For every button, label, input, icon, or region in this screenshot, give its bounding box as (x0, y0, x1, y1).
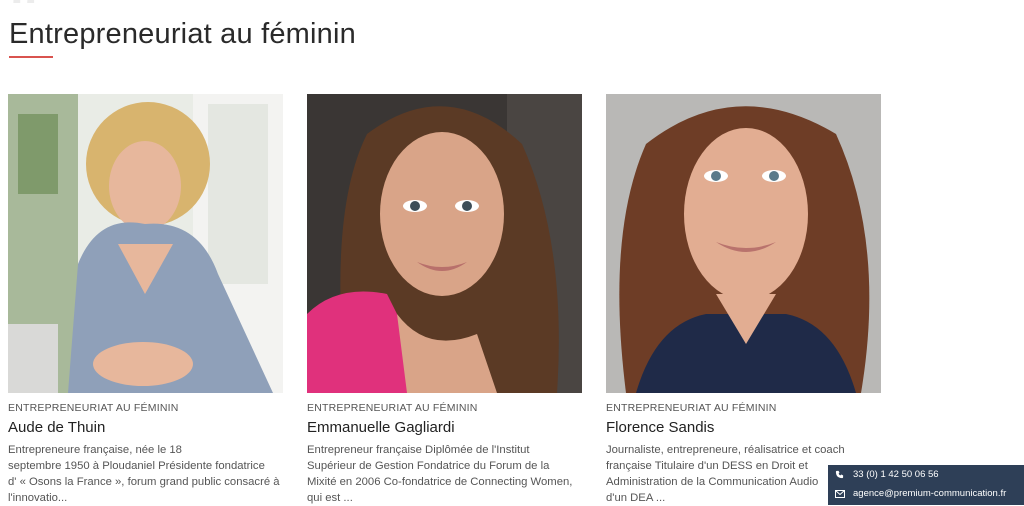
card-excerpt: Entrepreneure française, née le 18 septe… (8, 442, 286, 506)
contact-widget: 33 (0) 1 42 50 06 56 agence@premium-comm… (828, 465, 1024, 505)
profile-card[interactable]: ENTREPRENEURIAT AU FÉMININ Emmanuelle Ga… (307, 94, 582, 506)
excerpt-line: l'innovatio... (8, 492, 68, 504)
profile-photo[interactable] (307, 94, 582, 393)
phone-number[interactable]: 33 (0) 1 42 50 06 56 (853, 469, 939, 480)
card-name[interactable]: Florence Sandis (606, 419, 881, 436)
contact-phone[interactable]: 33 (0) 1 42 50 06 56 (828, 465, 1024, 484)
page-title: Entrepreneuriat au féminin (9, 18, 356, 50)
title-underline (9, 56, 53, 58)
excerpt-line: Mixité en 2006 Co-fondatrice de Connecti… (307, 476, 573, 488)
card-category[interactable]: ENTREPRENEURIAT AU FÉMININ (307, 402, 582, 414)
mail-icon (835, 489, 847, 498)
profile-photo[interactable] (8, 94, 283, 393)
excerpt-line: Entrepreneure française, née le 18 (8, 444, 182, 456)
phone-icon (835, 470, 847, 479)
profile-card[interactable]: ENTREPRENEURIAT AU FÉMININ Florence Sand… (606, 94, 881, 506)
excerpt-line: qui est ... (307, 492, 353, 504)
card-name[interactable]: Aude de Thuin (8, 419, 283, 436)
card-category[interactable]: ENTREPRENEURIAT AU FÉMININ (8, 402, 283, 414)
contact-email[interactable]: agence@premium-communication.fr (828, 484, 1024, 503)
excerpt-line: Journaliste, entrepreneure, réalisatrice… (606, 444, 845, 456)
excerpt-line: Supérieur de Gestion Fondatrice du Forum… (307, 460, 550, 472)
card-category[interactable]: ENTREPRENEURIAT AU FÉMININ (606, 402, 881, 414)
excerpt-line: septembre 1950 à Ploudaniel Présidente f… (8, 460, 265, 472)
excerpt-line: Entrepreneur française Diplômée de l'Ins… (307, 444, 530, 456)
profile-card[interactable]: ENTREPRENEURIAT AU FÉMININ Aude de Thuin… (8, 94, 283, 506)
card-name[interactable]: Emmanuelle Gagliardi (307, 419, 582, 436)
excerpt-line: d' « Osons la France », forum grand publ… (8, 476, 280, 488)
email-address[interactable]: agence@premium-communication.fr (853, 488, 1006, 499)
card-excerpt: Entrepreneur française Diplômée de l'Ins… (307, 442, 585, 506)
profile-photo[interactable] (606, 94, 881, 393)
